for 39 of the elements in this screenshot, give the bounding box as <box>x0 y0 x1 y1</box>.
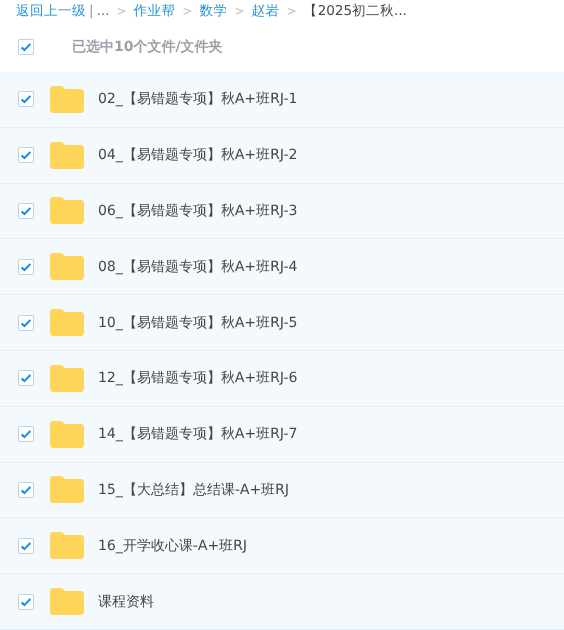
folder-name[interactable]: 08_【易错题专项】秋A+班RJ-4 <box>98 258 298 276</box>
folder-name[interactable]: 15_【大总结】总结课-A+班RJ <box>98 480 290 499</box>
folder-name[interactable]: 16_开学收心课-A+班RJ <box>98 536 248 555</box>
breadcrumb-separator: > <box>182 4 193 18</box>
folder-name[interactable]: 04_【易错题专项】秋A+班RJ-2 <box>98 146 298 164</box>
folder-icon <box>50 532 84 560</box>
file-checkbox[interactable] <box>18 426 34 442</box>
folder-name[interactable]: 02_【易错题专项】秋A+班RJ-1 <box>98 90 298 108</box>
folder-icon <box>50 86 84 113</box>
file-checkbox[interactable] <box>18 258 34 275</box>
selection-count: 已选中10个文件/文件夹 <box>72 38 223 56</box>
breadcrumb-separator: > <box>286 4 297 18</box>
file-checkbox[interactable] <box>18 594 34 610</box>
breadcrumb-current: 【2025初二秋... <box>304 2 407 20</box>
folder-name[interactable]: 06_【易错题专项】秋A+班RJ-3 <box>98 202 298 220</box>
file-checkbox[interactable] <box>18 538 34 554</box>
folder-icon <box>50 476 84 504</box>
file-checkbox[interactable] <box>18 482 34 498</box>
folder-icon <box>50 420 84 448</box>
folder-icon <box>50 142 84 169</box>
folder-name[interactable]: 10_【易错题专项】秋A+班RJ-5 <box>98 314 298 332</box>
select-all-checkbox[interactable] <box>18 39 34 55</box>
file-checkbox[interactable] <box>18 202 34 219</box>
breadcrumb-separator: > <box>234 4 245 18</box>
file-checkbox[interactable] <box>18 370 34 386</box>
file-checkbox[interactable] <box>18 314 34 331</box>
folder-icon <box>50 309 84 336</box>
breadcrumb-divider: | <box>89 3 94 19</box>
file-checkbox[interactable] <box>18 91 34 108</box>
folder-icon <box>50 364 84 392</box>
folder-name[interactable]: 12_【易错题专项】秋A+班RJ-6 <box>98 369 298 388</box>
folder-name[interactable]: 14_【易错题专项】秋A+班RJ-7 <box>98 425 298 444</box>
folder-name[interactable]: 课程资料 <box>98 592 154 611</box>
folder-icon <box>50 588 84 616</box>
file-checkbox[interactable] <box>18 147 34 164</box>
folder-icon <box>50 197 84 224</box>
breadcrumb-separator: > <box>116 4 126 18</box>
folder-icon <box>50 253 84 280</box>
breadcrumb-ellipsis: ... <box>96 3 110 19</box>
